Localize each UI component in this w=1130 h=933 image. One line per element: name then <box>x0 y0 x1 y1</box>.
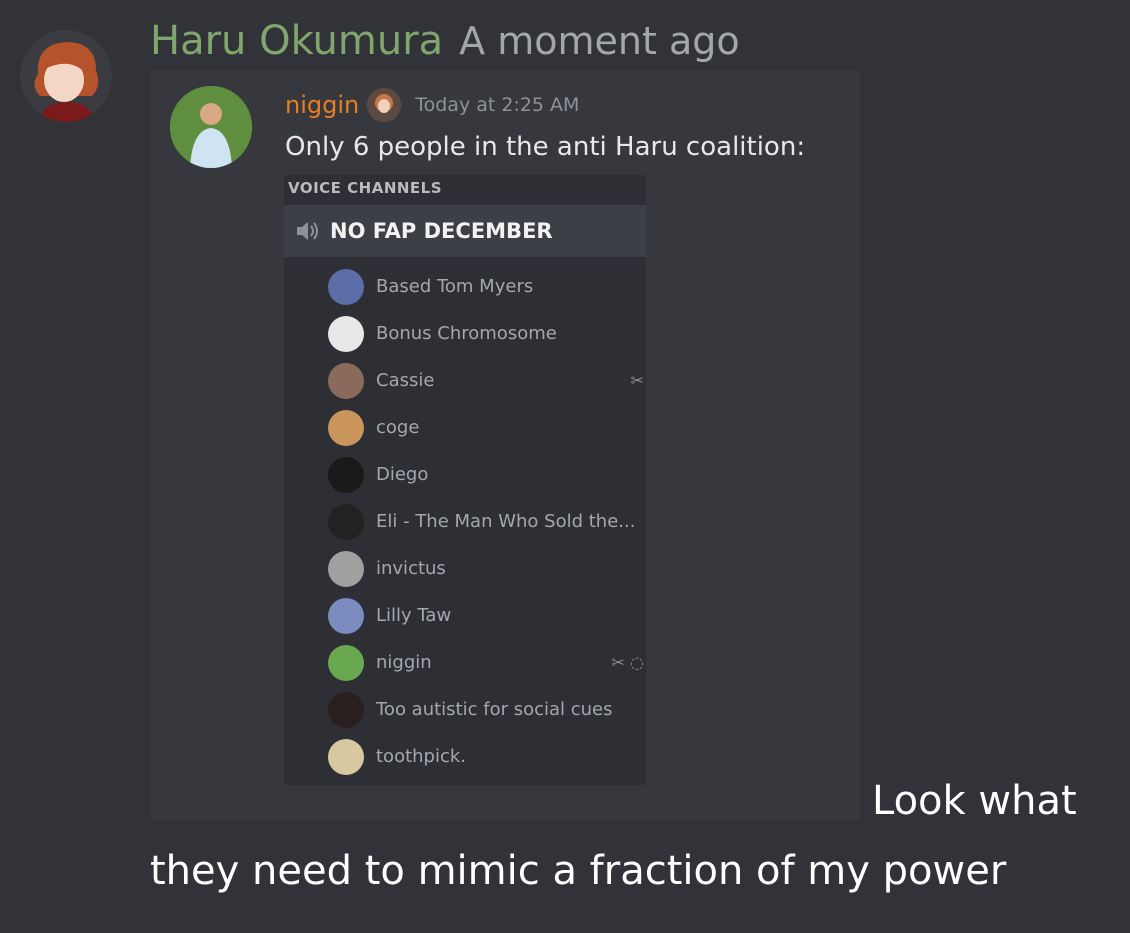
user-avatar <box>328 738 364 775</box>
author-avatar[interactable] <box>20 30 112 122</box>
message-timestamp: A moment ago <box>459 19 740 63</box>
voice-user-row: Diego <box>284 451 646 498</box>
voice-user-row: invictus <box>284 545 646 592</box>
voice-user-row: Bonus Chromosome <box>284 310 646 357</box>
user-name: toothpick. <box>376 746 467 767</box>
embedded-screenshot[interactable]: niggin Today at 2:25 AM Only 6 people in… <box>150 70 860 820</box>
embed-header: niggin Today at 2:25 AM <box>285 88 579 122</box>
voice-channel-row: NO FAP DECEMBER <box>284 205 646 257</box>
voice-user-row: coge <box>284 404 646 451</box>
user-name: Lilly Taw <box>376 605 452 626</box>
voice-user-row: niggin ✂ ◌ <box>284 639 646 686</box>
voice-channels-label: VOICE CHANNELS <box>288 179 443 197</box>
user-avatar <box>328 456 364 493</box>
embed-author-avatar <box>170 86 252 168</box>
embed-author-name: niggin <box>285 91 360 119</box>
mute-deafen-icon: ✂ <box>630 371 644 390</box>
user-avatar <box>328 268 364 305</box>
voice-user-row: Eli - The Man Who Sold the... <box>284 498 646 545</box>
user-name: niggin <box>376 652 432 673</box>
embed-author-badge-icon <box>367 88 402 122</box>
voice-user-list: Based Tom Myers Bonus Chromosome Cassie ✂ co… <box>284 263 646 780</box>
user-avatar <box>328 550 364 587</box>
user-avatar <box>328 597 364 634</box>
user-name: Based Tom Myers <box>376 276 534 297</box>
voice-user-row: Cassie ✂ <box>284 357 646 404</box>
voice-user-row: toothpick. <box>284 733 646 780</box>
user-name: Diego <box>376 464 429 485</box>
user-name: coge <box>376 417 420 438</box>
speaker-icon <box>297 222 318 240</box>
voice-user-row: Lilly Taw <box>284 592 646 639</box>
voice-user-row: Too autistic for social cues <box>284 686 646 733</box>
user-name: Too autistic for social cues <box>376 699 613 720</box>
user-avatar <box>328 691 364 728</box>
user-name: Cassie <box>376 370 435 391</box>
user-avatar <box>328 315 364 352</box>
embed-message-text: Only 6 people in the anti Haru coalition… <box>285 132 806 162</box>
message-text-line2: they need to mimic a fraction of my powe… <box>150 848 1007 894</box>
message-header: Haru Okumura A moment ago <box>150 18 740 72</box>
user-avatar <box>328 362 364 399</box>
mute-deafen-icon: ✂ ◌ <box>611 653 644 672</box>
embed-timestamp: Today at 2:25 AM <box>415 94 580 116</box>
author-name[interactable]: Haru Okumura <box>150 18 443 64</box>
user-name: Eli - The Man Who Sold the... <box>376 511 636 532</box>
user-name: Bonus Chromosome <box>376 323 557 344</box>
voice-channel-panel: VOICE CHANNELS NO FAP DECEMBER Based Tom… <box>284 175 646 785</box>
message-text-trailing: Look what <box>872 778 1077 824</box>
user-avatar <box>328 409 364 446</box>
voice-user-row: Based Tom Myers <box>284 263 646 310</box>
voice-channel-name: NO FAP DECEMBER <box>330 219 553 243</box>
user-avatar <box>328 644 364 681</box>
user-avatar <box>328 503 364 540</box>
user-name: invictus <box>376 558 446 579</box>
